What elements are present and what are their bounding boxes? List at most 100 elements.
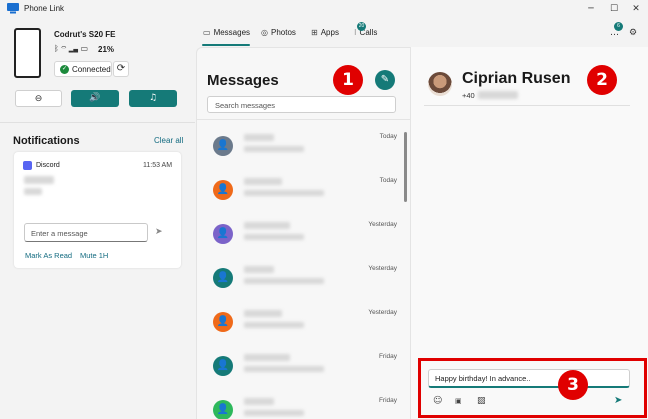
list-item[interactable]: 👤 Yesterday [206, 265, 401, 302]
discord-icon [23, 161, 32, 170]
tab-messages-label: Messages [213, 28, 251, 37]
conversation-time: Friday [378, 397, 397, 404]
maximize-icon[interactable]: ☐ [607, 2, 621, 16]
conversation-time: Yesterday [368, 221, 397, 228]
active-tab-indicator [202, 44, 250, 46]
notifications-heading: Notifications [13, 135, 80, 147]
person-icon: 👤 [213, 180, 233, 200]
phone-image [14, 28, 41, 78]
messages-heading: Messages [207, 72, 279, 89]
blurred-contact-name [244, 178, 282, 185]
volume-button[interactable]: 🔊 [71, 90, 119, 107]
bluetooth-icon: ᛒ [54, 44, 59, 53]
blurred-contact-name [244, 310, 282, 317]
blurred-contact-name [244, 398, 274, 405]
list-item[interactable]: 👤 Yesterday [206, 221, 401, 258]
blurred-message-preview [244, 234, 304, 240]
check-icon: ✓ [60, 65, 69, 74]
person-icon: 👤 [213, 312, 233, 332]
list-item[interactable]: 👤 Friday [206, 353, 401, 390]
connection-status[interactable]: ✓ Connected [54, 61, 112, 77]
list-item[interactable]: 👤 Yesterday [206, 309, 401, 346]
list-item[interactable]: 👤 Today [206, 177, 401, 214]
music-button[interactable]: ♫ [129, 90, 177, 107]
search-input[interactable]: Search messages [207, 96, 396, 113]
blurred-contact-name [244, 354, 290, 361]
blurred-message [24, 188, 42, 195]
blurred-message-preview [244, 146, 304, 152]
clear-all-link[interactable]: Clear all [154, 136, 183, 145]
contact-avatar [428, 72, 452, 96]
mark-as-read-link[interactable]: Mark As Read [25, 251, 72, 260]
mute-link[interactable]: Mute 1H [80, 251, 108, 260]
minimize-icon[interactable]: ─ [584, 2, 598, 16]
divider [197, 119, 410, 120]
blurred-contact-name [244, 134, 274, 141]
notification-badge: 6 [614, 22, 623, 31]
person-icon: 👤 [213, 268, 233, 288]
conversation-time: Friday [378, 353, 397, 360]
person-icon: 👤 [213, 400, 233, 419]
person-icon: 👤 [213, 224, 233, 244]
tab-messages[interactable]: ▭ Messages [203, 28, 250, 40]
calls-badge: 20 [357, 22, 366, 31]
annotation-marker-3: 3 [558, 370, 588, 400]
send-icon[interactable]: ➤ [155, 227, 163, 237]
blurred-message-preview [244, 410, 304, 416]
notification-reply-input[interactable]: Enter a message [24, 223, 148, 242]
device-status-icons: ᛒ ⌔ ▂▄ ▭ [54, 44, 88, 53]
divider [0, 122, 195, 123]
connection-status-label: Connected [72, 65, 111, 74]
notification-time: 11:53 AM [143, 162, 173, 169]
do-not-disturb-icon: ⊖ [34, 94, 43, 104]
volume-icon: 🔊 [89, 93, 101, 103]
music-icon: ♫ [148, 93, 158, 103]
blurred-message-preview [244, 322, 304, 328]
blurred-phone-number [478, 91, 518, 99]
device-name: Codrut's S20 FE [54, 30, 116, 39]
compose-icon: ✎ [380, 74, 390, 85]
blurred-message-preview [244, 366, 324, 372]
tab-photos[interactable]: ◎ Photos [261, 28, 296, 40]
close-icon[interactable]: ✕ [629, 2, 643, 16]
contact-phone-prefix: +40 [462, 91, 475, 100]
notification-reply-placeholder: Enter a message [31, 229, 88, 238]
divider [424, 105, 630, 106]
window-title: Phone Link [24, 4, 65, 13]
apps-grid-icon: ⊞ [311, 28, 318, 37]
annotation-marker-2: 2 [587, 65, 617, 95]
new-message-button[interactable]: ✎ [375, 70, 395, 90]
conversation-time: Yesterday [368, 265, 397, 272]
phone-link-logo-icon [7, 3, 19, 14]
settings-gear-icon[interactable]: ⚙ [629, 28, 637, 38]
title-bar [0, 0, 648, 18]
notification-card: Discord 11:53 AM Enter a message ➤ Mark … [14, 152, 181, 268]
battery-level: 21% [98, 45, 115, 54]
blurred-message-preview [244, 278, 324, 284]
tab-photos-label: Photos [270, 28, 296, 37]
battery-icon: ▭ [80, 44, 89, 53]
list-item[interactable]: 👤 Friday [206, 397, 401, 419]
scrollbar[interactable] [404, 132, 407, 202]
person-icon: 👤 [213, 356, 233, 376]
notification-app-name: Discord [36, 162, 60, 169]
wifi-icon: ⌔ [61, 44, 67, 53]
annotation-highlight-box [418, 358, 647, 418]
list-item[interactable]: 👤 Today [206, 133, 401, 170]
signal-icon: ▂▄ [68, 46, 78, 53]
chat-icon: ▭ [203, 28, 211, 37]
annotation-marker-1: 1 [333, 65, 363, 95]
person-icon: 👤 [213, 136, 233, 156]
do-not-disturb-button[interactable]: ⊖ [15, 90, 62, 107]
refresh-button[interactable]: ⟳ [113, 61, 129, 77]
conversation-time: Today [379, 177, 397, 184]
search-placeholder: Search messages [215, 101, 276, 110]
refresh-icon: ⟳ [116, 63, 126, 74]
blurred-contact-name [244, 222, 290, 229]
blurred-sender [24, 176, 54, 184]
tab-apps[interactable]: ⊞ Apps [311, 28, 339, 40]
tab-apps-label: Apps [320, 28, 339, 37]
dialpad-icon: ⁝ [354, 28, 357, 37]
photos-icon: ◎ [261, 28, 268, 37]
blurred-contact-name [244, 266, 274, 273]
